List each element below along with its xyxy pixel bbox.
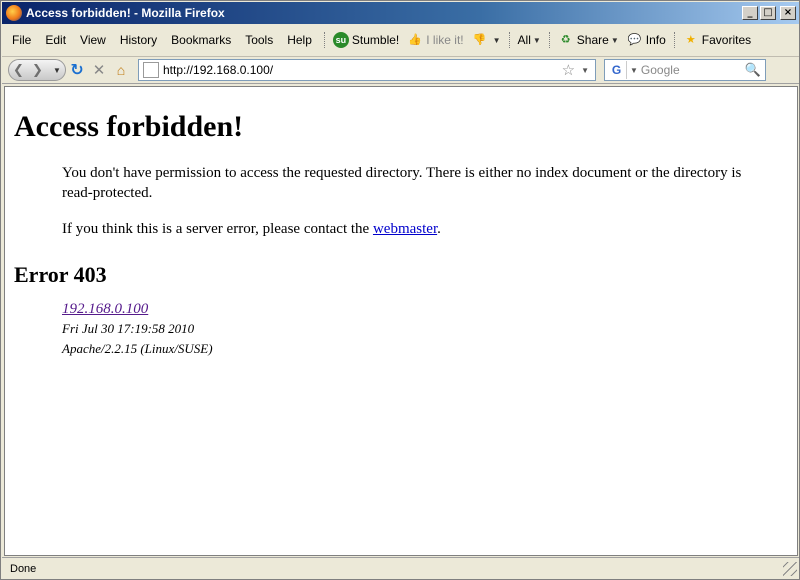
menu-view[interactable]: View [74, 31, 112, 49]
back-arrow-icon[interactable]: ❮ [13, 62, 24, 78]
chevron-down-icon[interactable]: ▼ [53, 66, 61, 75]
google-icon[interactable]: G [607, 61, 627, 79]
back-forward-group: ❮ ❯ ▼ [8, 59, 66, 81]
i-like-it-button[interactable]: 👍 I like it! [403, 30, 467, 50]
dislike-button[interactable]: 👎 ▼ [468, 30, 505, 50]
url-text[interactable]: http://192.168.0.100/ [163, 63, 562, 77]
contact-suffix: . [437, 221, 441, 237]
page-heading: Access forbidden! [14, 110, 244, 143]
status-bar: Done [2, 557, 799, 579]
toolbar-separator [673, 32, 675, 48]
toolbar-separator [323, 32, 325, 48]
search-icon[interactable]: 🔍 [745, 62, 761, 78]
close-button[interactable]: × [780, 6, 796, 20]
toolbar-separator [548, 32, 550, 48]
minimize-button[interactable]: _ [742, 6, 758, 20]
star-icon: ★ [685, 34, 696, 46]
window-title: Access forbidden! - Mozilla Firefox [26, 6, 225, 20]
browser-window: Access forbidden! - Mozilla Firefox _ □ … [0, 0, 800, 580]
page-icon [143, 62, 159, 78]
server-address: 192.168.0.100 Fri Jul 30 17:19:58 2010 A… [62, 299, 797, 359]
stumbleupon-icon: su [332, 32, 349, 48]
forward-arrow-icon[interactable]: ❯ [32, 62, 43, 78]
bookmark-star-icon[interactable]: ☆ [562, 61, 575, 79]
title-bar[interactable]: Access forbidden! - Mozilla Firefox _ □ … [2, 2, 799, 24]
chevron-down-icon: ▼ [532, 35, 541, 45]
info-bubble-icon: 💬 [627, 34, 642, 46]
stumble-button[interactable]: su Stumble! [329, 30, 403, 50]
stop-icon[interactable]: ✕ [88, 59, 110, 81]
home-icon[interactable]: ⌂ [110, 59, 132, 81]
favorites-label: Favorites [701, 33, 752, 47]
chevron-down-icon[interactable]: ▼ [630, 66, 638, 75]
status-text: Done [10, 562, 37, 575]
all-dropdown[interactable]: All ▼ [514, 31, 545, 49]
menu-edit[interactable]: Edit [39, 31, 72, 49]
menu-tools[interactable]: Tools [239, 31, 279, 49]
search-box[interactable]: G ▼ Google 🔍 [604, 59, 766, 81]
info-button[interactable]: 💬 Info [623, 30, 670, 50]
maximize-button[interactable]: □ [760, 6, 776, 20]
contact-prefix: If you think this is a server error, ple… [62, 221, 370, 237]
server-signature: Apache/2.2.15 (Linux/SUSE) [62, 341, 213, 356]
error-heading: Error 403 [14, 262, 107, 287]
timestamp: Fri Jul 30 17:19:58 2010 [62, 321, 195, 336]
share-label: Share [576, 33, 609, 47]
menu-file[interactable]: File [6, 31, 37, 49]
contact-message: If you think this is a server error, ple… [62, 219, 757, 239]
webmaster-link[interactable]: webmaster [373, 221, 437, 237]
firefox-icon[interactable] [6, 5, 22, 21]
thumbs-down-icon: 👎 [472, 34, 487, 46]
thumbs-up-icon: 👍 [408, 34, 423, 46]
chevron-down-icon: ▼ [610, 35, 619, 45]
address-bar[interactable]: http://192.168.0.100/ ☆ ▼ [138, 59, 596, 81]
share-button[interactable]: ♻ Share ▼ [554, 30, 623, 50]
resize-grip-icon[interactable] [783, 561, 797, 576]
stumble-label: Stumble! [351, 33, 400, 47]
menu-bar: File Edit View History Bookmarks Tools H… [2, 28, 799, 52]
favorites-button[interactable]: ★ Favorites [679, 30, 755, 50]
menu-bookmarks[interactable]: Bookmarks [165, 31, 237, 49]
reload-icon[interactable]: ↻ [66, 59, 88, 81]
toolbar-separator [508, 32, 510, 48]
menu-help[interactable]: Help [281, 31, 318, 49]
chevron-down-icon[interactable]: ▼ [581, 66, 589, 75]
share-icon: ♻ [560, 34, 571, 46]
info-label: Info [645, 33, 666, 47]
navigation-bar: ❮ ❯ ▼ ↻ ✕ ⌂ http://192.168.0.100/ ☆ ▼ G … [2, 56, 799, 84]
page-content: Access forbidden! You don't have permiss… [4, 86, 798, 556]
i-like-it-label: I like it! [426, 33, 464, 47]
all-label: All [517, 33, 531, 47]
chevron-down-icon: ▼ [492, 35, 501, 45]
server-link[interactable]: 192.168.0.100 [62, 301, 148, 317]
permission-message: You don't have permission to access the … [62, 165, 742, 201]
menu-history[interactable]: History [114, 31, 163, 49]
search-input[interactable]: Google [641, 63, 745, 77]
